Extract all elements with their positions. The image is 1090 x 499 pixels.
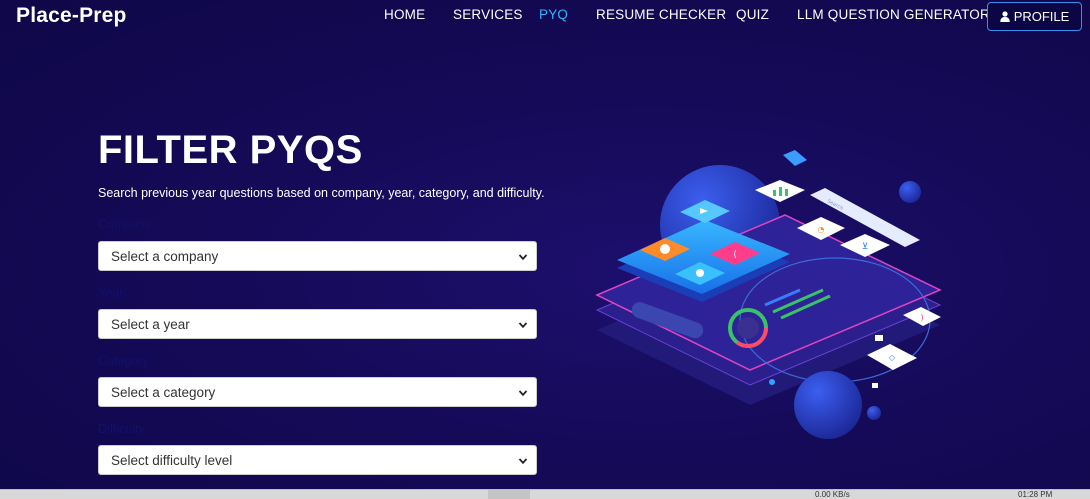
orbit-dot [769,379,775,385]
nav-links: HOME SERVICES PYQ RESUME CHECKER QUIZ LL… [0,7,1090,27]
year-label: Year [98,286,124,300]
cart-icon: ⊻ [862,242,869,252]
company-label: Company [98,217,152,231]
decor-sphere-small [899,181,921,203]
category-select[interactable]: Select a category [99,378,536,406]
taskbar-network-speed: 0.00 KB/s [815,490,850,499]
decor-square [875,335,883,341]
donut-center [737,317,759,339]
os-taskbar: 0.00 KB/s 01:28 PM [0,489,1090,499]
page-title: FILTER PYQS [98,128,363,172]
year-select-wrapper: Select a year [98,309,537,339]
nav-pyq-link[interactable]: PYQ [539,7,568,22]
profile-button[interactable]: PROFILE [987,2,1082,31]
navbar: Place-Prep HOME SERVICES PYQ RESUME CHEC… [0,0,1090,36]
difficulty-select[interactable]: Select difficulty level [99,446,536,474]
isometric-dashboard-illustration: ⟨ ⊻ ◔ Search ) ◇ [595,150,942,439]
taskbar-segment [488,490,530,499]
taskbar-clock: 01:28 PM [1018,490,1053,499]
category-label: Category [98,354,149,368]
chat-icon [696,269,704,277]
user-icon [999,11,1010,22]
nav-services-link[interactable]: SERVICES [453,7,523,22]
category-select-wrapper: Select a category [98,377,537,407]
nav-home-link[interactable]: HOME [384,7,425,22]
code-icon: ◇ [889,353,896,362]
chart-card-bar [785,189,788,196]
share-icon: ⟨ [733,250,737,260]
chart-card-bar [779,187,782,196]
gear-icon [660,244,670,254]
nav-quiz-link[interactable]: QUIZ [736,7,769,22]
chart-card-bar [773,190,776,196]
decor-sphere-bottom [794,371,862,439]
pie-icon: ◔ [818,225,825,234]
wifi-icon: ) [920,313,923,322]
page-subtitle: Search previous year questions based on … [98,186,545,200]
nav-llm-question-generator-link[interactable]: LLM QUESTION GENERATOR [797,7,990,22]
profile-button-label: PROFILE [1013,9,1070,24]
decor-sphere-tiny [867,406,881,420]
decor-square [872,383,878,388]
folder-card [783,150,807,166]
year-select[interactable]: Select a year [99,310,536,338]
company-select[interactable]: Select a company [99,242,536,270]
company-select-wrapper: Select a company [98,241,537,271]
difficulty-label: Difficulty [98,422,146,436]
nav-resume-checker-link[interactable]: RESUME CHECKER [596,7,726,22]
difficulty-select-wrapper: Select difficulty level [98,445,537,475]
